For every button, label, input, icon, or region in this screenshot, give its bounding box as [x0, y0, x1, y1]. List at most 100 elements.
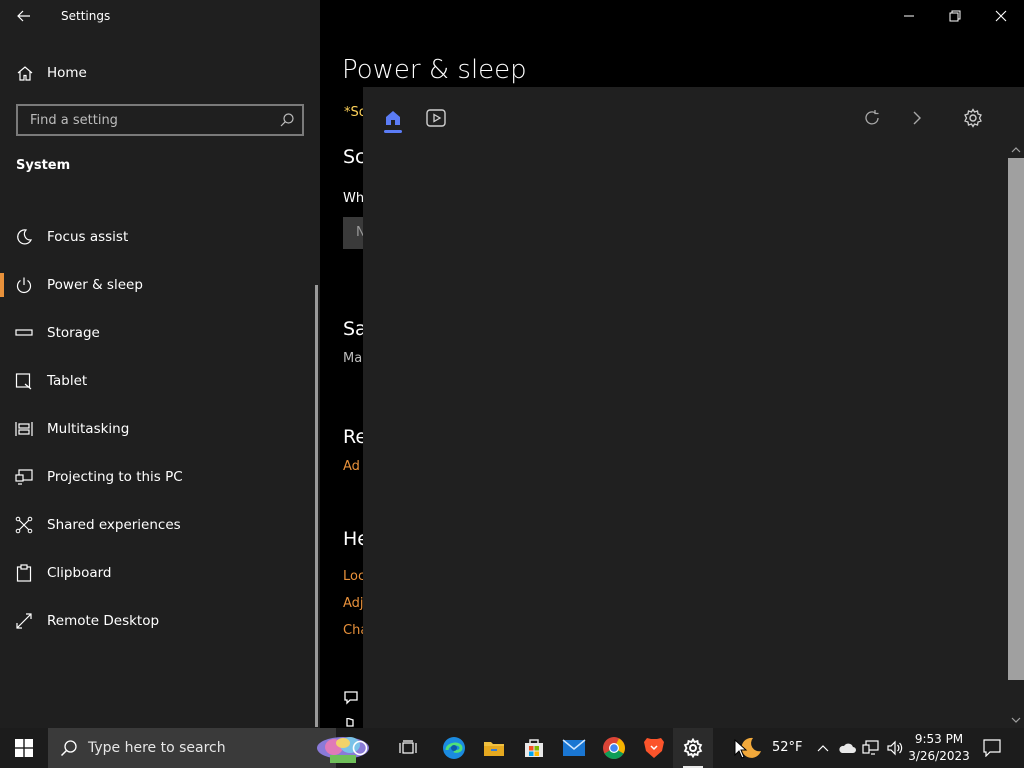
- sidebar-titlebar: Settings: [0, 0, 320, 32]
- minimize-button[interactable]: [886, 0, 932, 32]
- scrollbar-thumb[interactable]: [1008, 158, 1024, 680]
- sidebar-item-remote-desktop[interactable]: Remote Desktop: [0, 597, 316, 645]
- related-settings-link[interactable]: Ad: [343, 459, 360, 474]
- mouse-cursor-icon: [734, 739, 748, 759]
- remote-desktop-icon: [16, 613, 32, 629]
- gear-icon: [964, 108, 982, 128]
- page-title: Power & sleep: [342, 55, 527, 85]
- microsoft-store-taskbar-button[interactable]: [514, 728, 554, 768]
- clock-date: 3/26/2023: [908, 749, 970, 763]
- gear-icon: [683, 738, 703, 758]
- mail-envelope-icon: [562, 739, 586, 756]
- sidebar-item-projecting[interactable]: Projecting to this PC: [0, 453, 316, 501]
- sidebar-item-clipboard[interactable]: Clipboard: [0, 549, 316, 597]
- volume-button[interactable]: [884, 728, 906, 768]
- taskbar-clock[interactable]: 9:53 PM 3/26/2023: [908, 731, 970, 765]
- find-setting-search-box[interactable]: [16, 104, 304, 136]
- forward-button[interactable]: [904, 105, 930, 131]
- sidebar-item-label: Storage: [47, 325, 100, 341]
- search-icon: [280, 113, 294, 127]
- app-title: Settings: [61, 9, 111, 23]
- help-link-2[interactable]: Adj: [343, 596, 364, 611]
- cloud-icon: [839, 743, 856, 753]
- taskbar-search-box[interactable]: Type here to search: [48, 728, 369, 768]
- brave-taskbar-button[interactable]: [634, 728, 674, 768]
- sidebar-item-focus-assist[interactable]: Focus assist: [0, 213, 316, 261]
- sidebar-item-power-sleep[interactable]: Power & sleep: [0, 261, 316, 309]
- find-setting-input[interactable]: [28, 111, 273, 129]
- sidebar-item-multitasking[interactable]: Multitasking: [0, 405, 316, 453]
- settings-sidebar: Settings Home System Focus assist Power …: [0, 0, 320, 728]
- projecting-icon: [15, 469, 33, 485]
- weather-temperature[interactable]: 52°F: [772, 740, 803, 755]
- action-center-button[interactable]: [978, 728, 1006, 768]
- active-tab-indicator: [384, 130, 402, 133]
- overlay-panel: [363, 87, 1024, 728]
- help-link-1[interactable]: Loc: [343, 569, 365, 584]
- refresh-button[interactable]: [859, 105, 885, 131]
- mail-taskbar-button[interactable]: [554, 728, 594, 768]
- chevron-up-icon: [817, 745, 829, 752]
- notifications-icon: [983, 739, 1001, 757]
- overlay-video-tab[interactable]: [423, 105, 449, 131]
- multitasking-icon: [15, 422, 33, 436]
- back-arrow-icon: [17, 10, 30, 22]
- sidebar-item-label: Projecting to this PC: [47, 469, 183, 485]
- minimize-icon: [904, 15, 914, 17]
- task-view-button[interactable]: [388, 728, 428, 768]
- scroll-down-arrow-icon[interactable]: [1011, 715, 1021, 725]
- sidebar-item-label: Shared experiences: [47, 517, 181, 533]
- sidebar-item-label: Home: [47, 65, 87, 81]
- overlay-scrollbar[interactable]: [1008, 142, 1024, 728]
- restore-button[interactable]: [932, 0, 978, 32]
- give-feedback-icon[interactable]: [343, 718, 361, 728]
- section-heading: System: [16, 158, 71, 173]
- back-button[interactable]: [12, 6, 36, 26]
- overlay-home-tab[interactable]: [380, 105, 406, 131]
- network-icon: [862, 740, 879, 755]
- chrome-taskbar-button[interactable]: [594, 728, 634, 768]
- edge-browser-icon: [443, 737, 465, 759]
- tablet-icon: [15, 373, 32, 390]
- settings-taskbar-button[interactable]: [673, 728, 713, 768]
- sidebar-item-home[interactable]: Home: [0, 57, 320, 89]
- restore-icon: [949, 10, 961, 22]
- sidebar-item-label: Multitasking: [47, 421, 130, 437]
- get-help-icon[interactable]: [343, 690, 361, 706]
- edge-taskbar-button[interactable]: [434, 728, 474, 768]
- onedrive-button[interactable]: [836, 728, 858, 768]
- shared-experiences-icon: [15, 516, 33, 534]
- sidebar-nav: Focus assist Power & sleep Storage Table…: [0, 213, 316, 645]
- overlay-settings-button[interactable]: [960, 105, 986, 131]
- windows-logo-icon: [15, 739, 33, 757]
- refresh-icon: [865, 110, 879, 125]
- task-view-icon: [399, 740, 417, 754]
- close-button[interactable]: [978, 0, 1024, 32]
- start-button[interactable]: [0, 728, 48, 768]
- screen-setting-label: Wh: [343, 191, 365, 206]
- sidebar-item-tablet[interactable]: Tablet: [0, 357, 316, 405]
- show-hidden-icons-button[interactable]: [814, 728, 832, 768]
- chrome-browser-icon: [603, 737, 625, 759]
- close-icon: [995, 10, 1007, 22]
- store-bag-icon: [525, 739, 543, 757]
- home-icon: [386, 111, 400, 125]
- clipboard-icon: [16, 564, 32, 582]
- network-button[interactable]: [860, 728, 882, 768]
- folder-icon: [484, 742, 504, 756]
- brave-lion-icon: [644, 738, 664, 758]
- cortana-circle-icon: [352, 740, 368, 756]
- cortana-button[interactable]: [340, 728, 380, 768]
- file-explorer-taskbar-button[interactable]: [474, 728, 514, 768]
- sidebar-scrollbar[interactable]: [315, 285, 318, 727]
- sidebar-item-shared-experiences[interactable]: Shared experiences: [0, 501, 316, 549]
- search-icon: [60, 740, 77, 757]
- scroll-up-arrow-icon[interactable]: [1011, 145, 1021, 155]
- power-icon: [16, 277, 32, 294]
- sidebar-item-label: Focus assist: [47, 229, 129, 245]
- moon-icon: [17, 229, 33, 245]
- video-icon: [426, 109, 446, 127]
- home-icon: [17, 66, 33, 81]
- sleep-description: Ma: [343, 351, 363, 366]
- sidebar-item-storage[interactable]: Storage: [0, 309, 316, 357]
